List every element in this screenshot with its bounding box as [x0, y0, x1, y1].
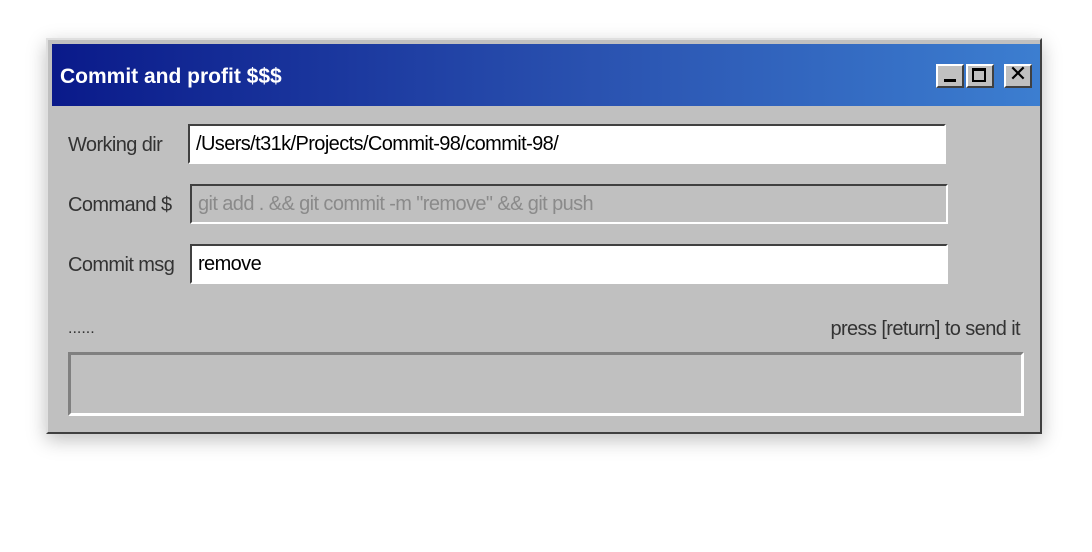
working-dir-input[interactable]	[188, 124, 946, 164]
minimize-button[interactable]	[936, 64, 964, 88]
commit-msg-input[interactable]	[190, 244, 948, 284]
output-panel	[68, 352, 1024, 416]
maximize-button[interactable]	[966, 64, 994, 88]
minimize-icon	[944, 79, 956, 82]
close-icon: ✕	[1008, 62, 1028, 87]
command-label: Command $	[68, 194, 172, 216]
maximize-icon	[972, 68, 986, 82]
status-indicator: ......	[68, 320, 95, 337]
close-button[interactable]: ✕	[1004, 62, 1032, 88]
send-hint: press [return] to send it	[830, 318, 1020, 340]
window-title: Commit and profit $$$	[60, 65, 282, 88]
title-bar[interactable]: Commit and profit $$$ ✕	[52, 44, 1040, 106]
commit-msg-label: Commit msg	[68, 254, 175, 276]
command-input	[190, 184, 948, 224]
working-dir-label: Working dir	[68, 134, 163, 156]
commit-window: Commit and profit $$$ ✕ Working dir Comm…	[46, 38, 1042, 434]
